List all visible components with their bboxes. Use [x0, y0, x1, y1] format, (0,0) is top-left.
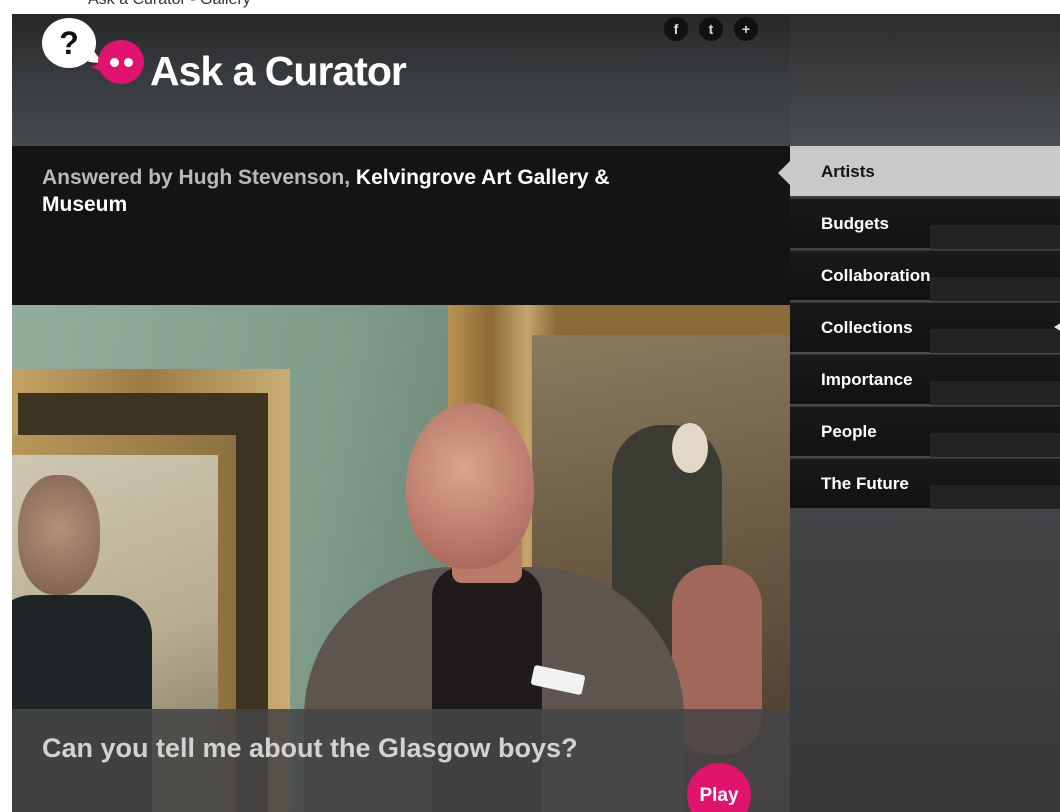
- active-topic-pointer-icon: [778, 160, 791, 186]
- top-strip-text: Ask a Curator - Gallery: [88, 0, 251, 9]
- play-label: Play: [699, 785, 739, 806]
- question-caption-bar: Can you tell me about the Glasgow boys? …: [12, 709, 790, 812]
- portrait-figure-head: [18, 475, 100, 595]
- play-button[interactable]: Play: [687, 763, 751, 812]
- facebook-glyph: f: [673, 21, 679, 37]
- answered-by-panel: Answered by Hugh Stevenson, Kelvingrove …: [12, 146, 790, 305]
- painting-woman-head: [672, 423, 708, 473]
- left-edge: [0, 14, 12, 812]
- facebook-icon[interactable]: f: [664, 17, 688, 41]
- twitter-glyph: t: [708, 21, 714, 37]
- video-question: Can you tell me about the Glasgow boys?: [42, 733, 578, 763]
- header: ? Ask a Curator f t +: [12, 14, 790, 146]
- sidebar-item-budgets[interactable]: Budgets: [790, 198, 1060, 249]
- sidebar-item-stripe: [930, 277, 1060, 301]
- top-strip: Ask a Curator - Gallery: [0, 0, 1060, 14]
- answered-by-text: Answered by Hugh Stevenson, Kelvingrove …: [42, 164, 642, 218]
- sidebar-item-stripe: [930, 329, 1060, 353]
- sidebar-item-people[interactable]: People: [790, 406, 1060, 457]
- chat-bubble-icon: [91, 40, 144, 84]
- sidebar-item-stripe: [930, 225, 1060, 249]
- question-bubble-icon: ?: [42, 18, 96, 68]
- logo-text: Ask a Curator: [150, 48, 407, 94]
- sidebar-item-label: Importance: [821, 370, 913, 389]
- sidebar-item-label: Collections: [821, 318, 913, 337]
- topic-sidebar: Artists Budgets Collaboration Collection…: [790, 146, 1060, 812]
- sidebar-item-artists[interactable]: Artists: [790, 146, 1060, 196]
- sidebar-item-label: People: [821, 422, 877, 441]
- sidebar-item-label: Collaboration: [821, 266, 931, 285]
- share-plus-glyph: +: [741, 21, 751, 37]
- sidebar-item-stripe: [930, 485, 1060, 509]
- answered-by-prefix: Answered by Hugh Stevenson,: [42, 166, 351, 189]
- sidebar-item-stripe: [930, 433, 1060, 457]
- sidebar-item-label: Budgets: [821, 214, 889, 233]
- share-plus-icon[interactable]: +: [734, 17, 758, 41]
- sidebar-item-collaboration[interactable]: Collaboration: [790, 250, 1060, 301]
- video-player[interactable]: Can you tell me about the Glasgow boys? …: [12, 305, 790, 812]
- sidebar-item-collections[interactable]: Collections: [790, 302, 1060, 353]
- ask-a-curator-logo[interactable]: ? Ask a Curator: [42, 18, 462, 108]
- question-glyph: ?: [59, 24, 79, 61]
- sidebar-item-importance[interactable]: Importance: [790, 354, 1060, 405]
- sidebar-item-the-future[interactable]: The Future: [790, 458, 1060, 509]
- sidebar-item-label: Artists: [821, 162, 875, 181]
- sidebar-item-stripe: [930, 381, 1060, 405]
- twitter-icon[interactable]: t: [699, 17, 723, 41]
- curator-head: [406, 403, 534, 569]
- sidebar-item-label: The Future: [821, 474, 909, 493]
- sidebar-header: [790, 14, 1060, 146]
- collections-marker-icon: [1054, 322, 1060, 332]
